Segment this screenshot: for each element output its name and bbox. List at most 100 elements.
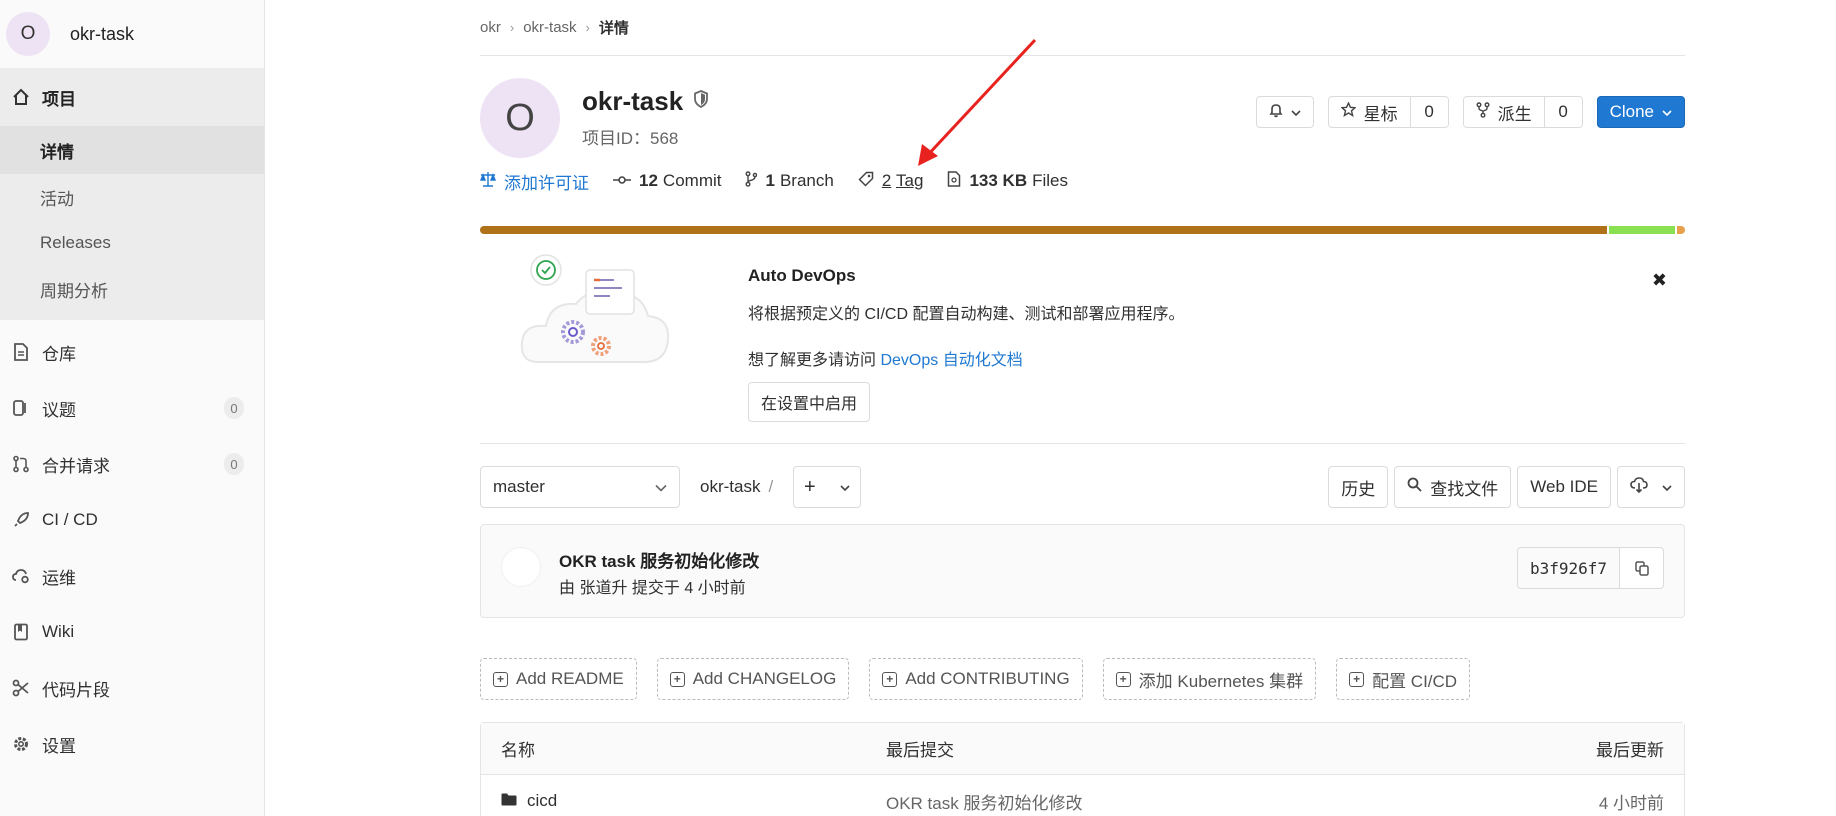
add-license-link[interactable]: 添加许可证 <box>479 169 589 194</box>
shield-icon <box>693 90 709 113</box>
project-name: okr-task <box>582 86 684 116</box>
commits-stat[interactable]: 12 Commit <box>613 171 721 191</box>
chevron-down-icon <box>840 477 850 497</box>
avatar[interactable] <box>501 547 541 587</box>
devops-more-prefix: 想了解更多请访问 <box>748 352 881 369</box>
language-bar-segment[interactable] <box>1675 226 1685 234</box>
add-readme-button[interactable]: + Add README <box>480 658 637 700</box>
branch-icon <box>745 171 758 191</box>
plus-square-icon: + <box>882 671 898 687</box>
add-contributing-label: Add CONTRIBUTING <box>905 669 1070 688</box>
add-kubernetes-cluster-button[interactable]: + 添加 Kubernetes 集群 <box>1102 658 1317 700</box>
download-cloud-icon <box>1630 476 1648 498</box>
page-title: okr-task <box>582 86 709 117</box>
commit-sha[interactable]: b3f926f7 <box>1516 547 1620 589</box>
sidebar-subitem-cycle-analytics[interactable]: 周期分析 <box>0 266 264 312</box>
scissors-icon <box>10 677 32 699</box>
branch-select[interactable]: master <box>480 466 680 508</box>
file-last-commit[interactable]: OKR task 服务初始化修改 <box>886 789 1082 814</box>
web-ide-button[interactable]: Web IDE <box>1517 466 1611 508</box>
commit-title[interactable]: OKR task 服务初始化修改 <box>559 547 759 572</box>
copy-icon[interactable] <box>1620 547 1664 589</box>
fork-count[interactable]: 0 <box>1544 96 1583 128</box>
language-bar-segment[interactable] <box>1606 226 1676 234</box>
last-commit: OKR task 服务初始化修改 由 张道升 提交于 4 小时前 b3f926f… <box>480 524 1685 618</box>
tags-stat[interactable]: 2 Tag <box>858 171 923 191</box>
file-tree-table: 名称 最后提交 最后更新 cicd OKR task 服务初始化修改 4 小时前 <box>480 722 1685 816</box>
history-button[interactable]: 历史 <box>1328 466 1389 508</box>
branch-count: 1 <box>765 171 775 190</box>
add-file-dropdown[interactable]: + <box>793 466 861 508</box>
file-name-cell[interactable]: cicd <box>501 791 557 811</box>
breadcrumb-item-current[interactable]: 详情 <box>599 17 629 38</box>
find-file-button[interactable]: 查找文件 <box>1394 466 1512 508</box>
sidebar-subitem-releases[interactable]: Releases <box>0 220 264 266</box>
plus-icon: + <box>804 476 816 498</box>
quick-actions: + Add README + Add CHANGELOG + Add CONTR… <box>480 658 1685 700</box>
sidebar-item-settings[interactable]: 设置 <box>0 716 264 772</box>
issues-icon <box>10 397 32 419</box>
auto-devops-banner: Auto DevOps 将根据预定义的 CI/CD 配置自动构建、测试和部署应用… <box>480 234 1685 444</box>
sidebar-item-operations[interactable]: 运维 <box>0 548 264 604</box>
devops-illustration <box>520 254 670 363</box>
close-icon[interactable]: ✖ <box>1652 270 1667 291</box>
sidebar-subitem-details[interactable]: 详情 <box>0 126 264 174</box>
language-bar[interactable] <box>480 226 1685 234</box>
notification-dropdown[interactable] <box>1255 96 1314 128</box>
sidebar-submenu: 详情 活动 Releases 周期分析 <box>0 126 264 320</box>
enable-in-settings-button[interactable]: 在设置中启用 <box>748 382 871 422</box>
devops-docs-link[interactable]: DevOps 自动化文档 <box>880 352 1022 369</box>
sidebar-item-label: 议题 <box>42 400 76 420</box>
column-header-last-commit: 最后提交 <box>886 741 954 760</box>
fork-icon <box>1476 101 1490 123</box>
sidebar-item-label: 仓库 <box>42 344 76 364</box>
plus-square-icon: + <box>493 671 508 687</box>
sidebar-project-name: okr-task <box>70 23 135 44</box>
download-dropdown[interactable] <box>1617 466 1685 508</box>
commits-label: Commit <box>662 171 722 190</box>
gear-icon <box>10 733 32 755</box>
devops-title: Auto DevOps <box>748 266 856 285</box>
clone-button[interactable]: Clone <box>1596 96 1685 128</box>
project-avatar: O <box>6 12 50 56</box>
repo-path-root[interactable]: okr-task <box>700 477 760 496</box>
configure-ci-cd-button[interactable]: + 配置 CI/CD <box>1336 658 1471 700</box>
sidebar-item-label: 运维 <box>42 568 76 588</box>
sidebar-item-ci-cd[interactable]: CI / CD <box>0 492 264 548</box>
commit-sha-group: b3f926f7 <box>1516 547 1664 589</box>
chevron-down-icon <box>655 477 667 497</box>
add-changelog-button[interactable]: + Add CHANGELOG <box>656 658 850 700</box>
sidebar-item-issues[interactable]: 议题 0 <box>0 380 264 436</box>
chevron-right-icon: › <box>585 20 590 35</box>
breadcrumb-item-project[interactable]: okr-task <box>523 19 576 36</box>
language-bar-segment[interactable] <box>480 226 1607 234</box>
sidebar-item-merge-requests[interactable]: 合并请求 0 <box>0 436 264 492</box>
chevron-down-icon <box>1291 102 1301 122</box>
commit-meta: 由 张道升 提交于 4 小时前 <box>559 580 746 597</box>
sidebar-subitem-activity[interactable]: 活动 <box>0 174 264 220</box>
sidebar-project-header[interactable]: O okr-task <box>0 0 264 68</box>
files-stat[interactable]: 133 KB Files <box>947 171 1068 191</box>
breadcrumb-item-group[interactable]: okr <box>480 19 501 36</box>
sidebar-item-project[interactable]: 项目 <box>0 68 264 126</box>
rocket-icon <box>10 509 32 531</box>
table-row[interactable]: cicd OKR task 服务初始化修改 4 小时前 <box>481 775 1684 816</box>
breadcrumb: okr › okr-task › 详情 <box>480 0 1685 56</box>
star-button[interactable]: 星标 <box>1327 96 1411 128</box>
file-last-update: 4 小时前 <box>1598 793 1664 813</box>
project-avatar-large: O <box>480 78 560 158</box>
sidebar-item-repository[interactable]: 仓库 <box>0 324 264 380</box>
star-count[interactable]: 0 <box>1410 96 1449 128</box>
merge-request-icon <box>10 453 32 475</box>
add-contributing-button[interactable]: + Add CONTRIBUTING <box>869 658 1083 700</box>
sidebar-item-wiki[interactable]: Wiki <box>0 604 264 660</box>
project-actions: 星标 0 派生 0 Clone <box>1255 96 1685 128</box>
star-label: 星标 <box>1363 104 1398 124</box>
branches-stat[interactable]: 1 Branch <box>745 171 834 191</box>
devops-description: 将根据预定义的 CI/CD 配置自动构建、测试和部署应用程序。 <box>748 306 1185 323</box>
home-icon <box>10 86 32 108</box>
path-separator: / <box>768 477 774 496</box>
sidebar-item-snippets[interactable]: 代码片段 <box>0 660 264 716</box>
clone-label: Clone <box>1609 102 1654 121</box>
fork-button[interactable]: 派生 <box>1462 96 1545 128</box>
